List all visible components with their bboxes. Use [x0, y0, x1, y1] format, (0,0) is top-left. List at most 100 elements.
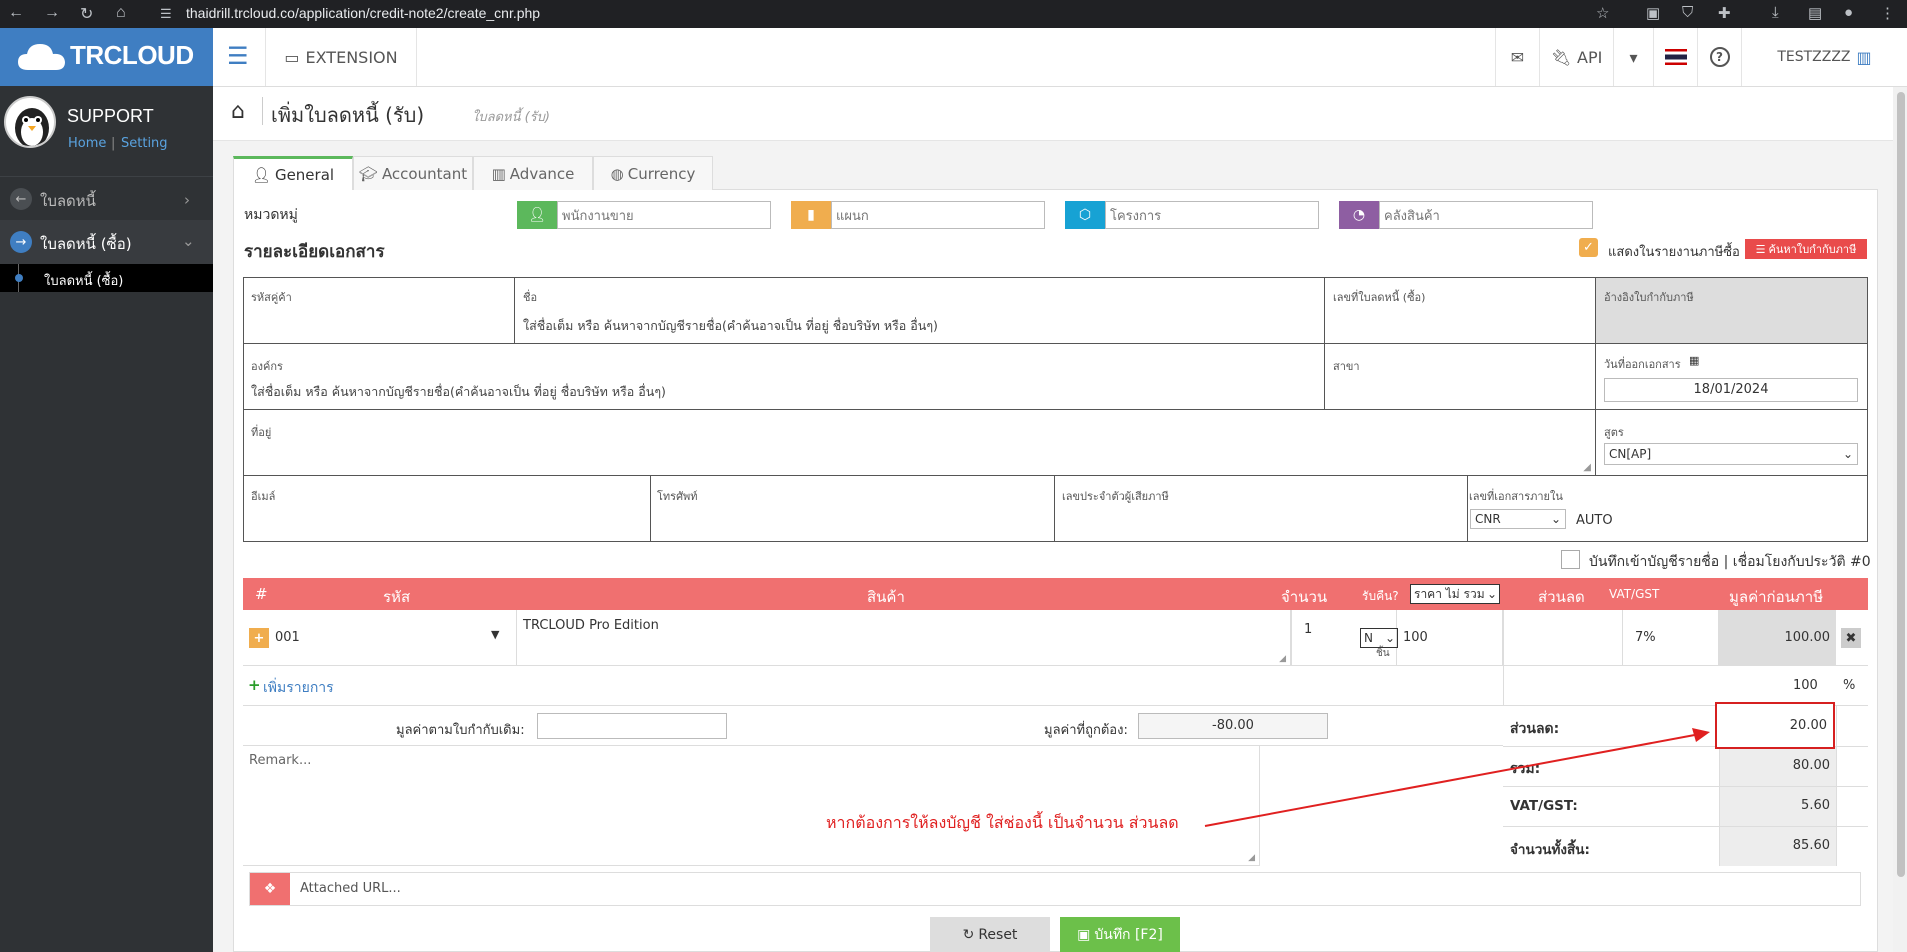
chevron-down-icon: ⌄ [1842, 447, 1853, 461]
caret-down-icon[interactable]: ▼ [491, 628, 499, 641]
formula-select[interactable]: CN[AP] ⌄ [1604, 443, 1858, 465]
hamburger-icon[interactable]: ☰ [227, 42, 249, 70]
dropbox-icon[interactable]: ❖ [250, 873, 290, 905]
credit-note-no-cell[interactable]: เลขที่ใบลดหนี้ (ซื้อ) [1324, 277, 1596, 344]
price-type-select[interactable]: ราคา ไม่ รวม ⌄ [1410, 584, 1500, 604]
reset-button[interactable]: ↻ Reset [930, 917, 1050, 952]
forward-icon[interactable]: → [44, 4, 60, 22]
divider [1503, 666, 1504, 706]
salesperson-input[interactable] [557, 201, 771, 229]
resize-handle-icon[interactable]: ◢ [1279, 654, 1286, 664]
remark-textarea[interactable]: Remark... ◢ [243, 746, 1260, 866]
extension-icon[interactable]: ▣ [1646, 4, 1660, 22]
user-icon: 👤︎ [528, 207, 546, 223]
project-input[interactable] [1105, 201, 1319, 229]
vat-cell[interactable]: 7% [1623, 610, 1719, 666]
product-cell[interactable]: TRCLOUD Pro Edition ◢ [517, 610, 1291, 666]
org-input[interactable]: ใส่ชื่อเต็ม หรือ ค้นหาจากบัญชีรายชื่อ(คำ… [251, 382, 666, 402]
home-icon[interactable]: ⌂ [116, 4, 126, 22]
arrow-right-icon: → [10, 231, 32, 253]
resize-handle-icon[interactable]: ◢ [1583, 462, 1591, 473]
return-select[interactable]: N ⌄ [1360, 628, 1398, 648]
calendar-icon[interactable]: ▦ [1689, 354, 1699, 367]
profile-icon[interactable]: ● [1844, 4, 1853, 21]
grand-total-label: จำนวนทั้งสิ้น: [1510, 842, 1590, 858]
sidepanel-icon[interactable]: ▤ [1808, 4, 1822, 22]
setting-link[interactable]: Setting [121, 136, 168, 151]
phone-cell[interactable]: โทรศัพท์ [650, 475, 1055, 542]
sidebar-item-credit-note-purchase[interactable]: → ใบลดหนี้ (ซื้อ) ⌄ [0, 220, 213, 264]
email-cell[interactable]: อีเมล์ [243, 475, 651, 542]
sidebar-item-credit-note[interactable]: ← ใบลดหนี้ › [0, 176, 213, 220]
address-bar[interactable]: thaidrill.trcloud.co/application/credit-… [186, 5, 540, 21]
app-logo[interactable]: TRCLOUD [0, 28, 213, 86]
company-button[interactable]: TESTZZZZ ▥ [1741, 28, 1907, 86]
sidebar-subitem-credit-note-purchase[interactable]: ใบลดหนี้ (ซื้อ) [0, 264, 213, 292]
home-link[interactable]: Home [68, 136, 106, 151]
save-contact-checkbox[interactable] [1561, 550, 1580, 569]
original-value-input[interactable] [537, 713, 727, 739]
warehouse-input[interactable] [1379, 201, 1593, 229]
reload-icon[interactable]: ↻ [80, 4, 93, 24]
qty-value: 1 [1304, 622, 1313, 637]
project-button[interactable]: ⬡ [1065, 201, 1105, 229]
discount-summary-value: 20.00 [1789, 718, 1827, 733]
dropdown-button[interactable]: ▾ [1613, 28, 1653, 86]
credit-note-no-label: เลขที่ใบลดหนี้ (ซื้อ) [1333, 291, 1426, 304]
salesperson-button[interactable]: 👤︎ [517, 201, 557, 229]
add-item-link[interactable]: เพิ่มรายการ [263, 677, 334, 699]
menu-icon[interactable]: ⋮ [1880, 4, 1895, 22]
table-row: + 001 ▼ TRCLOUD Pro Edition ◢ 1 ชิ้น N ⌄… [243, 610, 1868, 666]
tab-advance[interactable]: ▥ Advance [473, 156, 593, 190]
tab-currency[interactable]: ◍ Currency [593, 156, 713, 190]
org-label: องค์กร [251, 360, 283, 373]
resize-handle-icon[interactable]: ◢ [1248, 853, 1255, 863]
name-input[interactable]: ใส่ชื่อเต็ม หรือ ค้นหาจากบัญชีรายชื่อ(คำ… [523, 316, 938, 336]
branch-label: สาขา [1333, 360, 1360, 373]
original-value-label: มูลค่าตามใบกำกับเดิม: [396, 723, 525, 738]
shield-icon[interactable]: ⛉ [1682, 4, 1693, 21]
scrollbar-thumb[interactable] [1897, 92, 1905, 877]
warehouse-button[interactable]: ◔ [1339, 201, 1379, 229]
department-button[interactable]: ▮ [791, 201, 831, 229]
api-button[interactable]: 🔌︎ API [1539, 28, 1613, 86]
puzzle-icon[interactable]: ✚ [1718, 4, 1731, 22]
price-cell[interactable]: 100 [1403, 610, 1503, 666]
home-icon[interactable]: ⌂ [231, 99, 245, 124]
org-cell[interactable]: องค์กร ใส่ชื่อเต็ม หรือ ค้นหาจากบัญชีราย… [243, 343, 1325, 410]
attached-url-input[interactable]: Attached URL... [300, 881, 401, 896]
add-row-icon[interactable]: + [249, 628, 269, 648]
col-qty: จำนวน [1281, 588, 1328, 606]
internal-doc-select[interactable]: CNR ⌄ [1470, 509, 1566, 529]
discount-summary-input[interactable]: 20.00 [1715, 702, 1835, 749]
help-button[interactable]: ? [1697, 28, 1741, 86]
code-cell[interactable]: 001 ▼ [273, 610, 517, 666]
download-icon[interactable]: ⤓ [1772, 4, 1779, 21]
price-type-value: ราคา ไม่ รวม [1414, 587, 1485, 601]
back-icon[interactable]: ← [8, 4, 24, 22]
tax-report-checkbox[interactable]: ✓ [1579, 238, 1598, 257]
tax-id-cell[interactable]: เลขประจำตัวผู้เสียภาษี [1054, 475, 1468, 542]
find-tax-invoice-button[interactable]: ☰ ค้นหาใบกำกับภาษี [1745, 239, 1867, 259]
sidebar-item-label: ใบลดหนี้ (ซื้อ) [40, 235, 132, 253]
mail-button[interactable]: ✉ [1495, 28, 1539, 86]
bookmark-star-icon[interactable]: ☆ [1596, 4, 1609, 22]
issue-date-input[interactable]: 18/01/2024 [1604, 378, 1858, 402]
site-info-icon[interactable]: ☰ [160, 6, 172, 22]
annotation-text: หากต้องการให้ลงบัญชี ใส่ช่องนี้ เป็นจำนว… [826, 813, 1179, 832]
department-input[interactable] [831, 201, 1045, 229]
percent-value[interactable]: 100 [1793, 678, 1818, 693]
delete-row-icon[interactable]: ✖ [1841, 628, 1861, 648]
address-cell[interactable]: ที่อยู่ ◢ [243, 409, 1596, 476]
tab-general[interactable]: 👤︎ General [233, 156, 353, 190]
plus-icon[interactable]: + [248, 676, 261, 694]
name-cell[interactable]: ชื่อ ใส่ชื่อเต็ม หรือ ค้นหาจากบัญชีรายชื… [514, 277, 1325, 344]
extension-button[interactable]: ▭ EXTENSION [265, 28, 417, 86]
discount-cell[interactable] [1503, 610, 1623, 666]
language-button[interactable] [1653, 28, 1697, 86]
save-button[interactable]: ▣ บันทึก [F2] [1060, 917, 1180, 952]
tab-accountant[interactable]: 🎓︎ Accountant [353, 156, 473, 190]
branch-cell[interactable]: สาขา [1324, 343, 1596, 410]
customer-code-cell[interactable]: รหัสคู่ค้า [243, 277, 515, 344]
auto-label: AUTO [1576, 513, 1613, 528]
